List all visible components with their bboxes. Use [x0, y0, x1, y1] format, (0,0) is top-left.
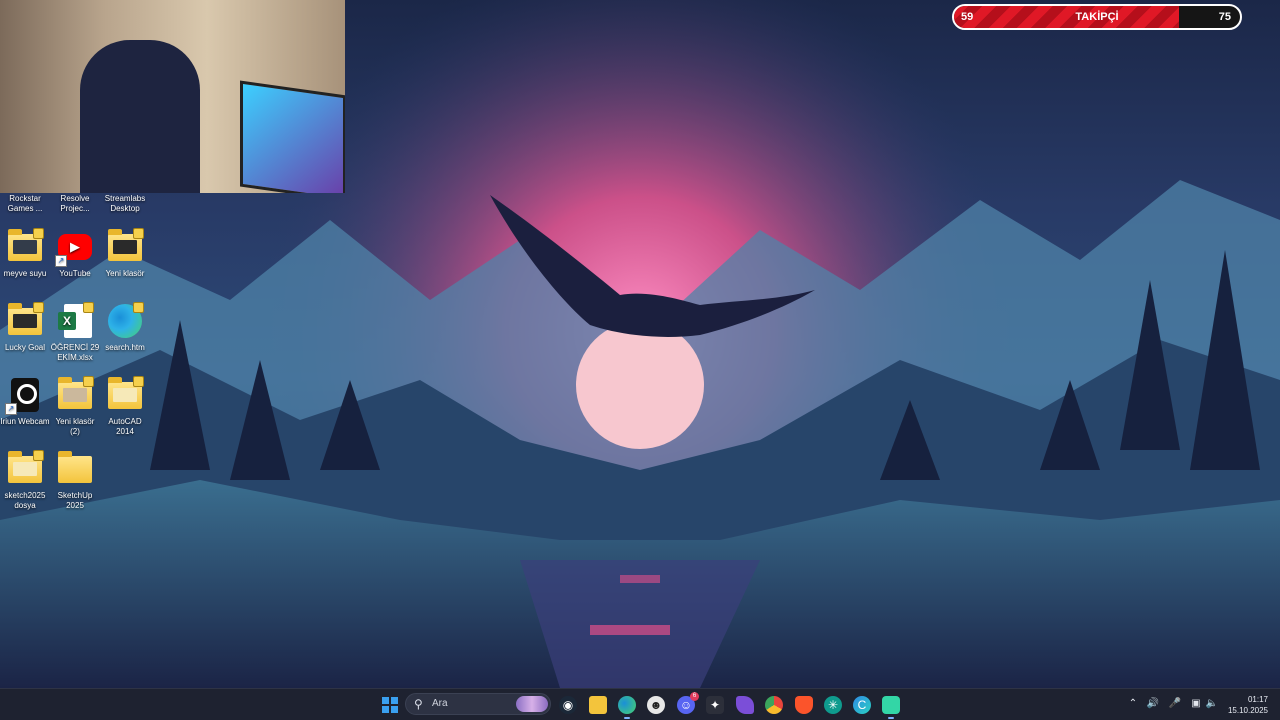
lock-icon [83, 376, 94, 387]
desktop-icon-iriun-webcam[interactable]: ↗ Iriun Webcam [0, 376, 50, 427]
taskbar-search[interactable]: ⚲ Ara [405, 693, 551, 715]
webcam-overlay [0, 0, 345, 193]
desktop-icon-label: Yeni klasör (2) [55, 417, 95, 436]
desktop-icon-yeni-klasor-2[interactable]: Yeni klasör (2) [50, 376, 100, 437]
excel-x-badge: X [58, 312, 76, 330]
lock-icon [133, 302, 144, 313]
desktop-icon-label: YouTube [59, 269, 91, 278]
active-indicator [624, 717, 630, 719]
follower-goal-label: TAKİPÇİ [1075, 11, 1119, 23]
desktop-icon-label: Yeni klasör [105, 269, 145, 278]
brave-icon[interactable] [795, 696, 813, 714]
discord-badge: 6 [690, 692, 699, 701]
desktop-icon-ogrenci-xlsx[interactable]: X ÖĞRENCİ 29 EKİM.xlsx [50, 302, 100, 363]
chrome-icon[interactable] [765, 696, 783, 714]
desktop-icon-label: AutoCAD 2014 [108, 417, 142, 436]
obsidian-icon[interactable] [736, 696, 754, 714]
desktop-icon-sketchup-2025[interactable]: SketchUp 2025 [50, 450, 100, 511]
tray-network-icon[interactable]: ▣ [1189, 697, 1203, 711]
search-placeholder: Ara [432, 698, 448, 709]
davinci-resolve-icon[interactable]: ✦ [706, 696, 724, 714]
desktop-icon-resolve-project[interactable]: Resolve Projec... [50, 194, 100, 214]
search-highlight-art [516, 696, 548, 712]
follower-goal-bar: 59 TAKİPÇİ 75 [952, 4, 1242, 30]
edge-icon[interactable] [618, 696, 636, 719]
desktop-icon-label: Rockstar Games ... [7, 194, 43, 213]
desktop-icon-meyve-suyu[interactable]: meyve suyu [0, 228, 50, 279]
tray-speaker-icon[interactable]: 🔊 [1146, 697, 1160, 711]
desktop-icon-yeni-klasor[interactable]: Yeni klasör [100, 228, 150, 279]
shortcut-arrow-icon: ↗ [55, 255, 67, 267]
circle-app-icon[interactable]: ✳ [824, 696, 842, 714]
desktop-icon-autocad-2014[interactable]: AutoCAD 2014 [100, 376, 150, 437]
lock-icon [133, 376, 144, 387]
desktop-icon-label: search.htm [105, 343, 145, 352]
webcam-laptop-screen [240, 80, 345, 193]
follower-goal-target: 75 [1218, 11, 1231, 23]
search-icon: ⚲ [414, 697, 423, 711]
taskbar-clock[interactable]: 01:17 15.10.2025 [1208, 694, 1268, 716]
profile-app-icon[interactable]: ☻ [647, 696, 665, 714]
desktop-icon-label: Lucky Goal [4, 343, 46, 352]
desktop-icon-label: ÖĞRENCİ 29 EKİM.xlsx [50, 343, 100, 362]
desktop-icon-label: Resolve Projec... [60, 194, 90, 213]
copilot-icon[interactable]: C [853, 696, 871, 714]
desktop-icon-sketch2025-dosya[interactable]: sketch2025 dosya [0, 450, 50, 511]
desktop-icon-youtube[interactable]: ▶ ↗ YouTube [50, 228, 100, 279]
lock-icon [133, 228, 144, 239]
file-explorer-icon[interactable] [589, 696, 607, 714]
shortcut-arrow-icon: ↗ [5, 403, 17, 415]
desktop-icon-search-htm[interactable]: search.htm [100, 302, 150, 353]
active-indicator [888, 717, 894, 719]
desktop-icon-label: Streamlabs Desktop [104, 194, 146, 213]
clock-time: 01:17 [1247, 695, 1268, 704]
steam-icon[interactable]: ◉ [559, 696, 577, 714]
lock-icon [83, 302, 94, 313]
webcam-person [80, 40, 200, 193]
desktop: 59 TAKİPÇİ 75 Rockstar Games ... Resolve… [0, 0, 1280, 688]
capcut-icon[interactable] [882, 696, 900, 719]
lock-icon [33, 450, 44, 461]
iriun-lens [17, 384, 37, 404]
clock-date: 15.10.2025 [1227, 706, 1268, 715]
tray-chevron-up-icon[interactable]: ⌃ [1126, 697, 1140, 711]
tray-microphone-icon[interactable]: 🎤 [1168, 697, 1182, 711]
lock-icon [33, 228, 44, 239]
desktop-icon-label: Iriun Webcam [0, 417, 50, 426]
windows-start-icon[interactable] [381, 696, 399, 714]
discord-icon[interactable]: ☺ 6 [677, 692, 699, 714]
desktop-icon-lucky-goal[interactable]: Lucky Goal [0, 302, 50, 353]
desktop-icon-rockstar-games[interactable]: Rockstar Games ... [0, 194, 50, 214]
desktop-icon-label: meyve suyu [3, 269, 47, 278]
desktop-icon-label: SketchUp 2025 [57, 491, 93, 510]
desktop-icon-label: sketch2025 dosya [4, 491, 46, 510]
folder-icon [58, 451, 92, 483]
lock-icon [33, 302, 44, 313]
desktop-icon-streamlabs[interactable]: Streamlabs Desktop [100, 194, 150, 214]
taskbar: ⚲ Ara ◉ ☻ ☺ 6 ✦ ✳ C ⌃ 🔊 🎤 ▣ 🔈 01:17 15.10… [0, 688, 1280, 720]
